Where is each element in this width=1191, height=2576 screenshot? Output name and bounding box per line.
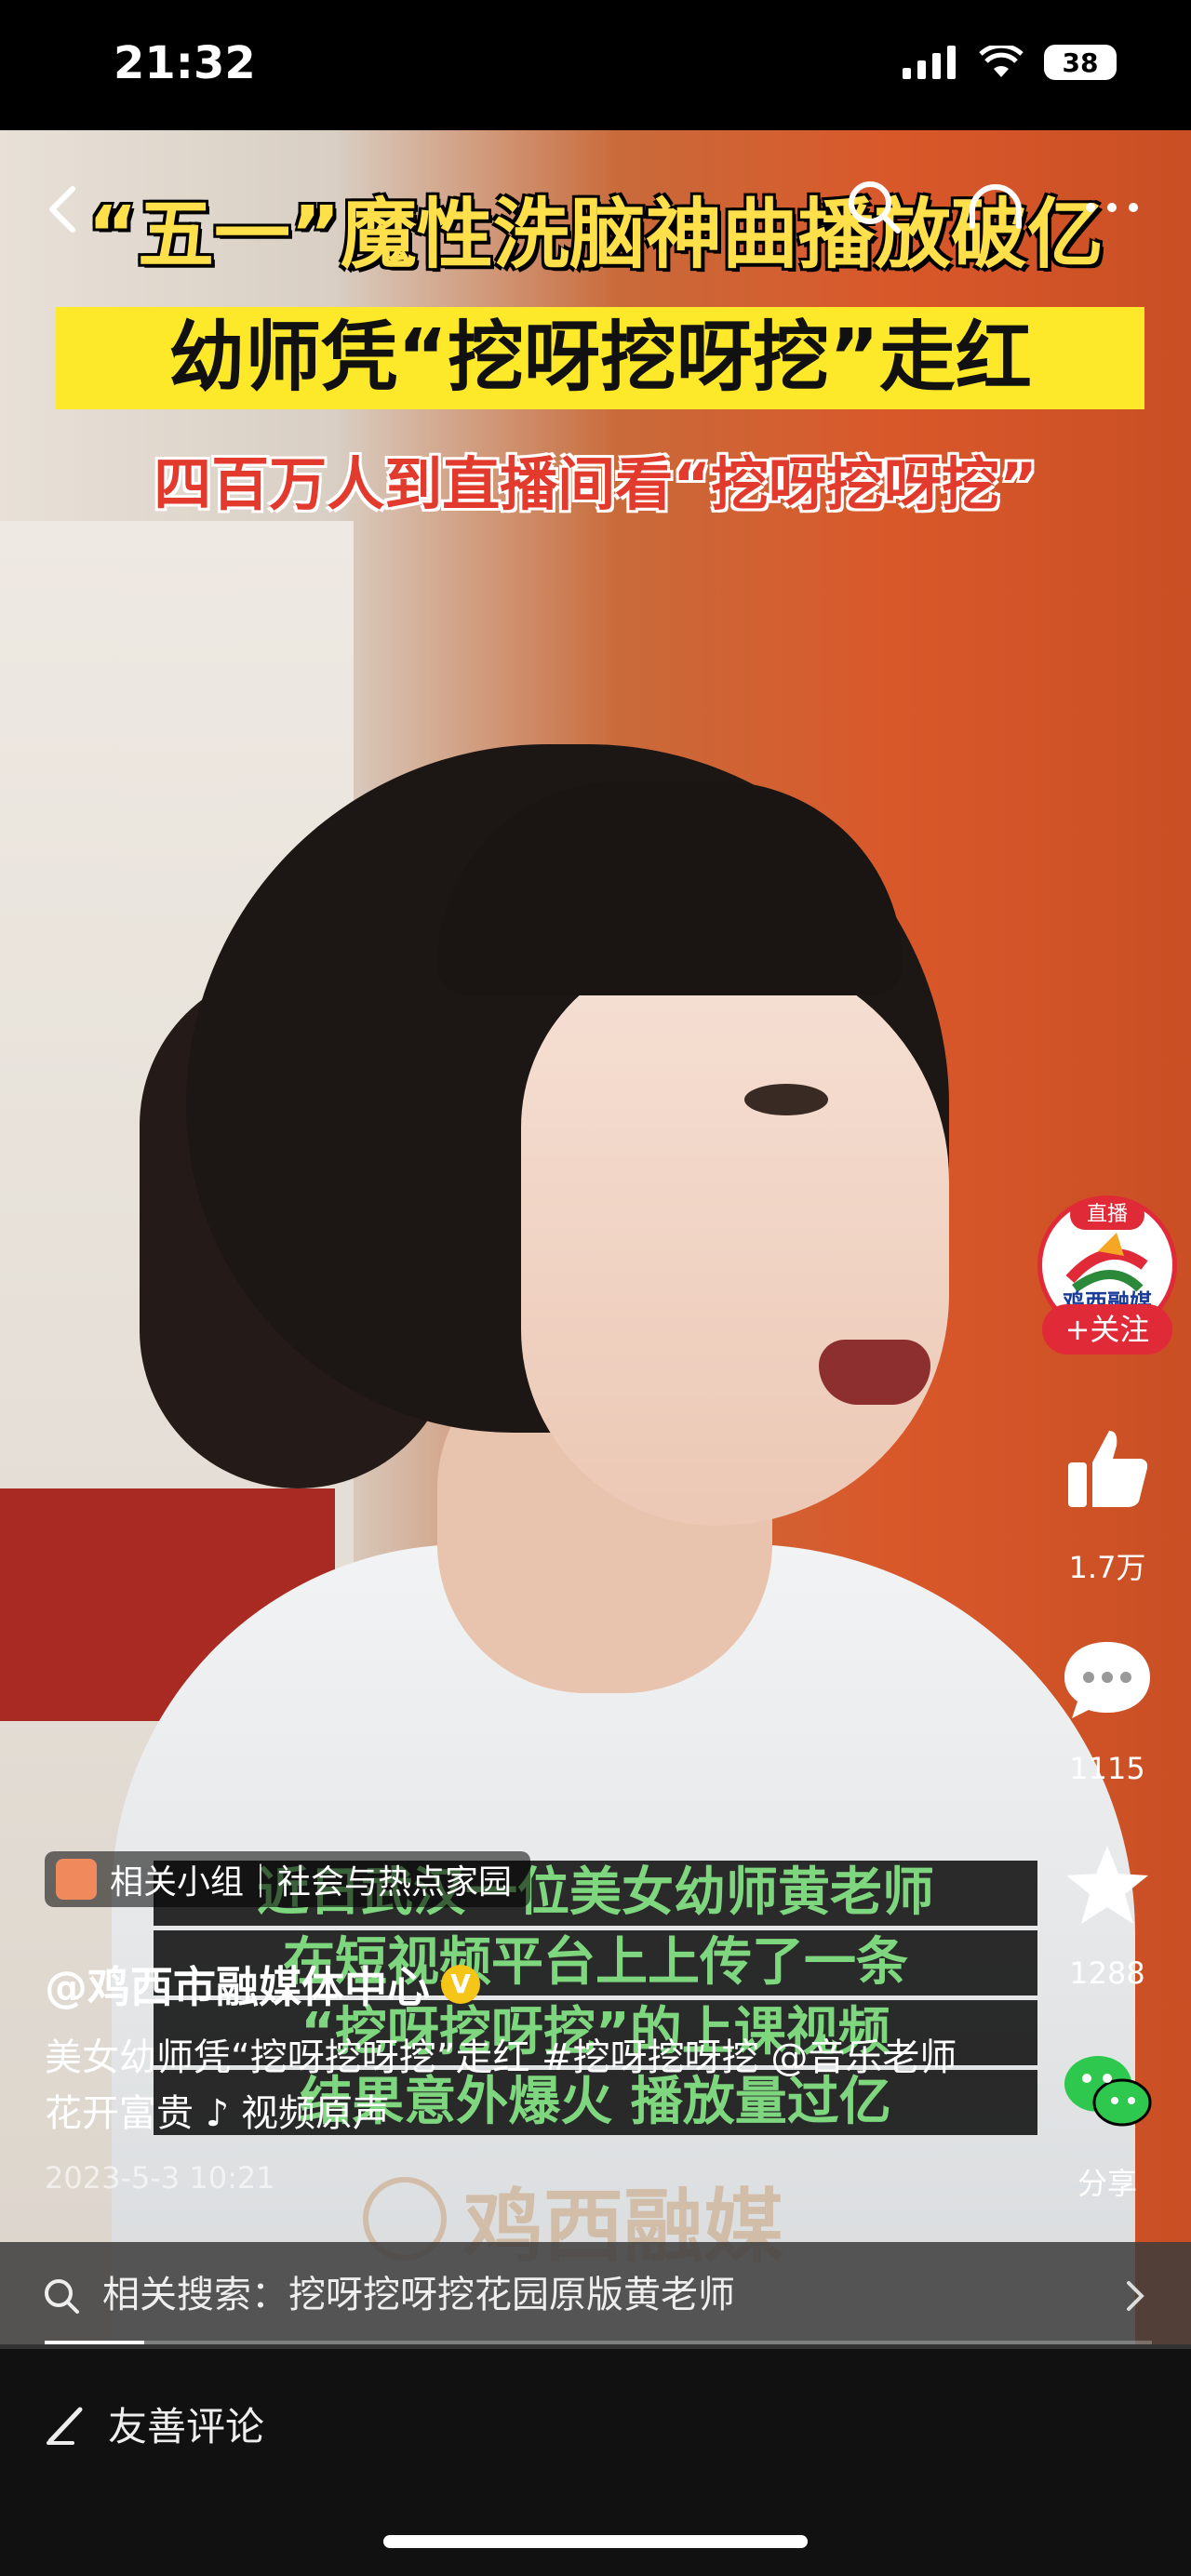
search-icon[interactable] [842,175,907,240]
group-tag-label: 相关小组｜社会与热点家园 [110,1863,513,1902]
wifi-icon [979,46,1024,77]
group-icon [56,1859,97,1900]
related-search-icon [45,2279,79,2314]
like-icon[interactable] [1061,1423,1154,1516]
video-headline-2: 幼师凭“挖呀挖呀挖”走红 [168,314,1032,402]
author-name-row[interactable]: @鸡西市融媒体中心 V [45,1954,480,2015]
video-person-mouth [819,1340,930,1405]
comment-input[interactable]: 友善评论 [45,2396,264,2452]
post-date: 2023-5-3 10:21 [45,2160,275,2196]
back-arrow-icon[interactable] [37,181,93,237]
more-icon[interactable] [1079,175,1144,240]
status-time: 21:32 [114,37,256,89]
status-bar: 21:32 38 [0,0,1191,130]
related-search-label: 相关搜索：挖呀挖呀挖花园原版黄老师 [102,2274,735,2316]
related-search-bar[interactable]: 相关搜索：挖呀挖呀挖花园原版黄老师 [0,2242,1191,2349]
verified-badge-icon: V [441,1965,480,2004]
bottom-bar: 友善评论 [0,2349,1191,2576]
battery-indicator: 38 [1044,45,1117,80]
wechat-icon[interactable] [1061,2045,1154,2138]
home-indicator[interactable] [383,2535,808,2548]
favorite-count: 1288 [1069,1955,1145,1991]
video-progress-bar[interactable] [45,2341,1152,2344]
video-headline-3: 四百万人到直播间看“挖呀挖呀挖” [154,450,1037,518]
comment-icon[interactable] [1061,1633,1154,1726]
comment-count: 1115 [1069,1751,1145,1786]
like-count: 1.7万 [1068,1550,1146,1585]
top-nav [0,130,1191,279]
post-description[interactable]: 美女幼师凭“挖呀挖呀挖”走红 #挖呀挖呀挖 @音乐老师花开富贵 ♪ 视频原声 [45,2030,994,2142]
share-label[interactable]: 分享 [1033,2160,1182,2203]
status-icons: 38 [903,45,1117,80]
video-person-eye [744,1084,828,1115]
related-group-tag[interactable]: 相关小组｜社会与热点家园 [45,1851,531,1907]
pen-icon [47,2407,83,2445]
headphones-icon[interactable] [963,175,1028,240]
signal-icon [903,46,956,79]
chevron-right-icon [1127,2281,1144,2311]
video-person-face [521,949,949,1526]
follow-button[interactable]: +关注 [1042,1304,1172,1355]
star-icon[interactable] [1061,1840,1154,1933]
comment-placeholder: 友善评论 [108,2404,265,2449]
video-progress-fill [45,2341,145,2344]
live-badge: 直播 [1070,1200,1144,1230]
author-name: @鸡西市融媒体中心 [45,1962,430,2012]
